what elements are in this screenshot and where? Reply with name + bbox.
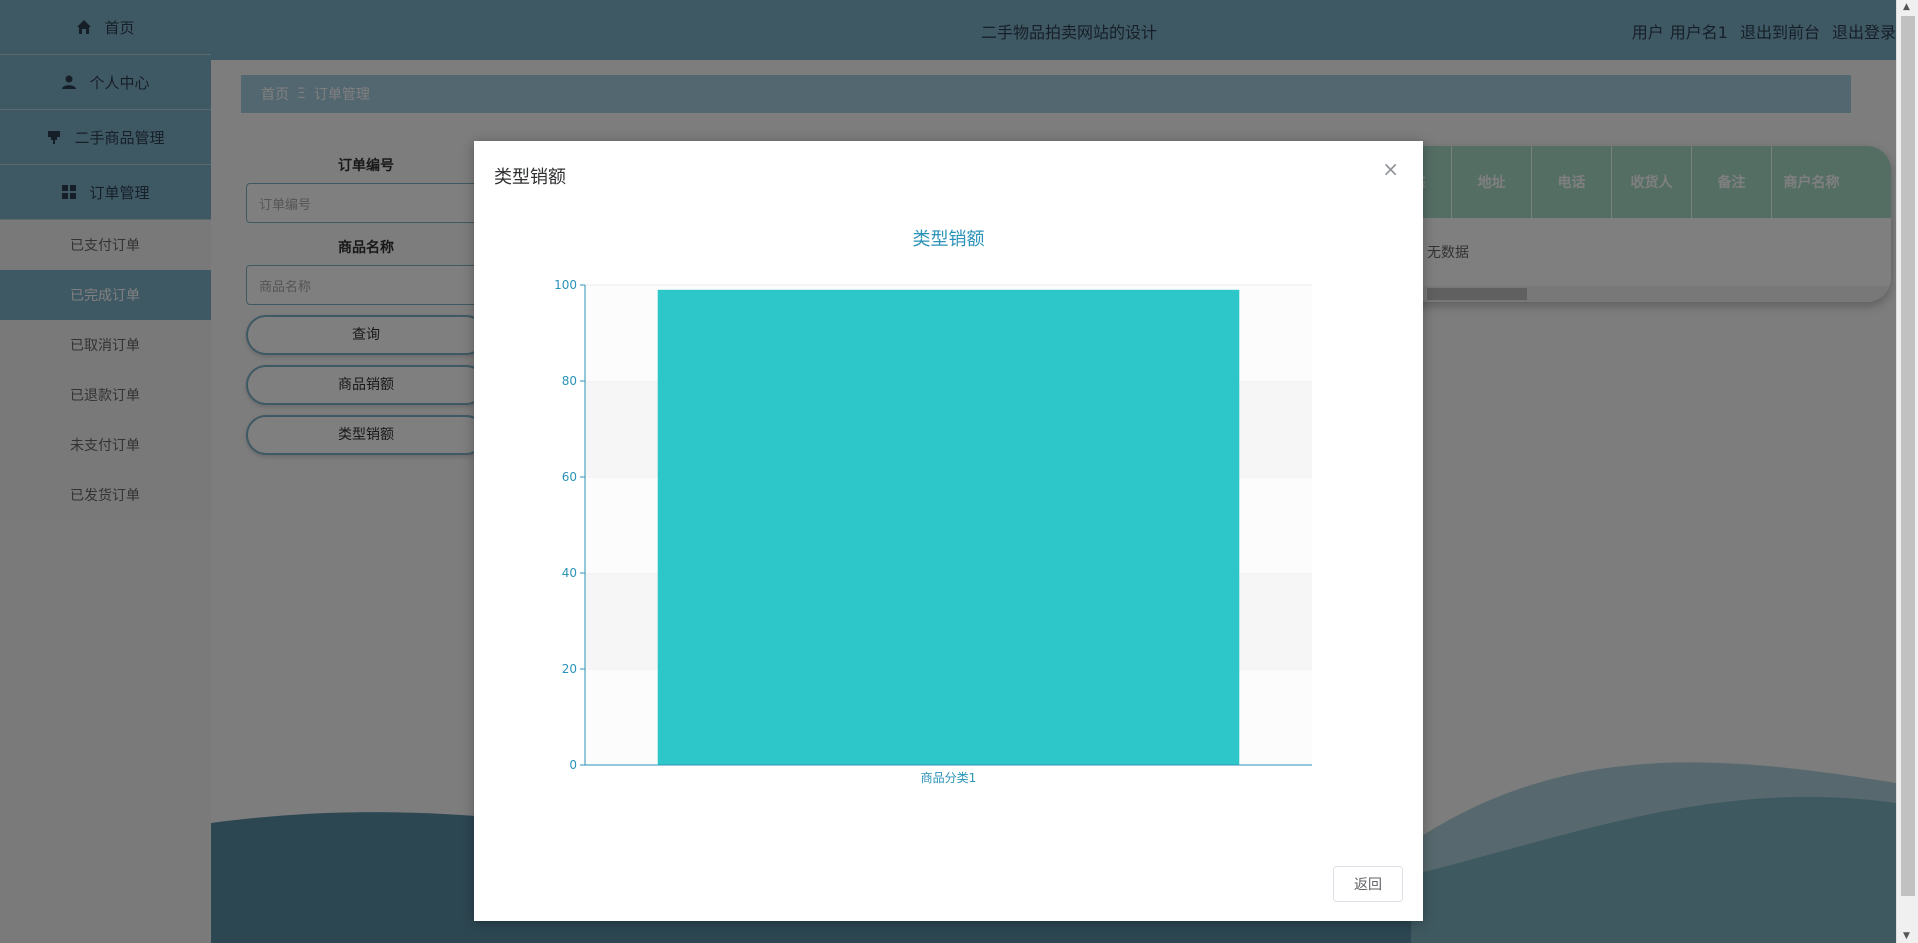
scroll-thumb[interactable] xyxy=(1901,16,1915,896)
scroll-up-icon[interactable]: ▲ xyxy=(1903,2,1910,12)
type-sales-dialog: 类型销额 × 类型销额 商品分类1 0 20 40 60 80 100 返回 xyxy=(474,141,1423,921)
bar xyxy=(657,289,1240,765)
y-tick-label: 100 xyxy=(554,278,577,292)
close-icon[interactable]: × xyxy=(1382,157,1399,181)
x-tick-label: 商品分类1 xyxy=(921,770,977,785)
page-vertical-scrollbar[interactable]: ▲ ▼ xyxy=(1896,0,1918,943)
y-tick-label: 20 xyxy=(562,662,577,676)
y-tick-label: 60 xyxy=(562,470,577,484)
y-tick-label: 40 xyxy=(562,566,577,580)
back-button[interactable]: 返回 xyxy=(1333,866,1403,902)
y-tick-label: 80 xyxy=(562,374,577,388)
bar-chart: 商品分类1 0 20 40 60 80 100 xyxy=(554,278,1312,785)
y-tick-label: 0 xyxy=(569,758,577,772)
dialog-title: 类型销额 xyxy=(494,167,566,188)
chart-title: 类型销额 xyxy=(912,229,985,250)
scroll-down-icon[interactable]: ▼ xyxy=(1903,931,1910,941)
